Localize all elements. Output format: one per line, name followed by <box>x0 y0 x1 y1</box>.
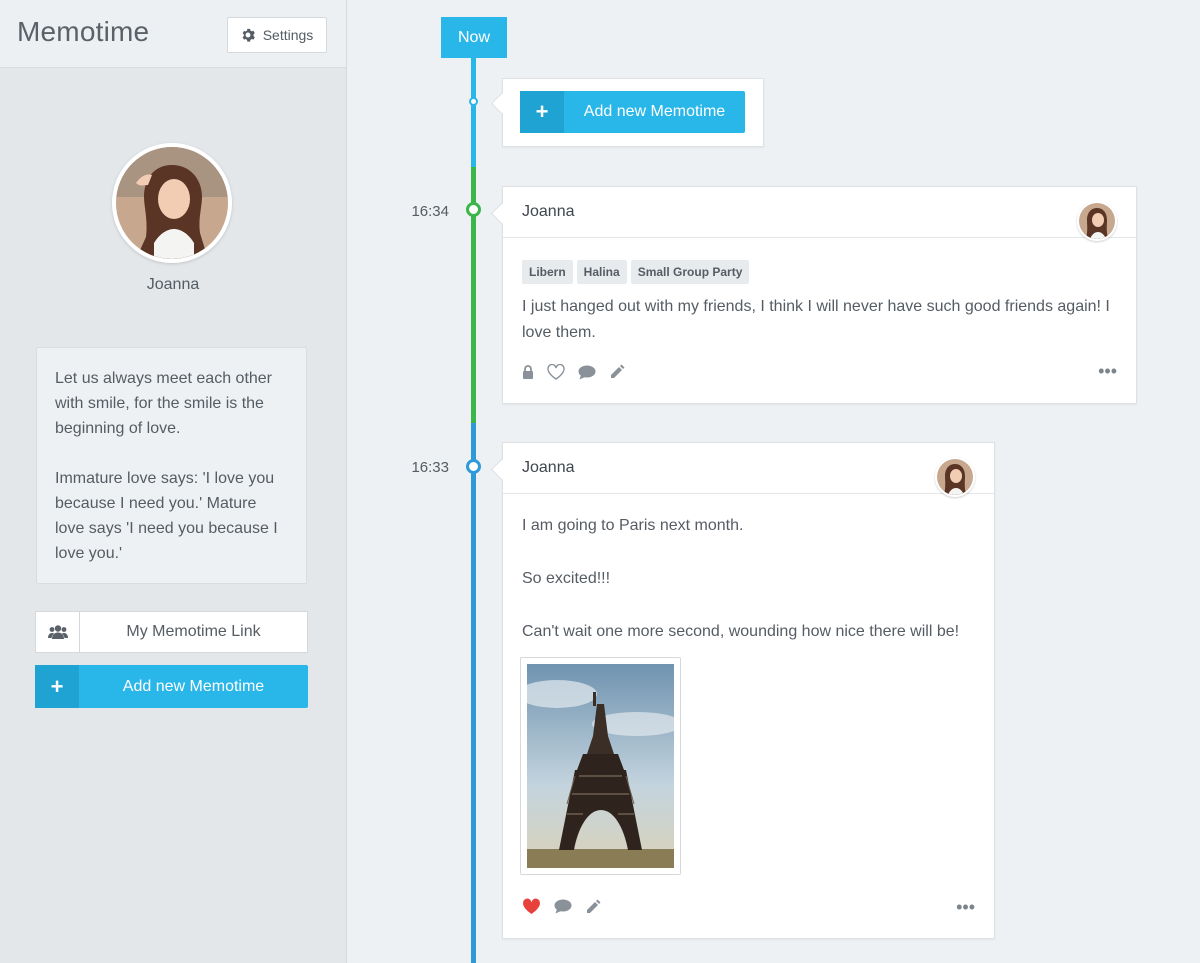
add-memotime-label: Add new Memotime <box>583 103 726 120</box>
post-header: Joanna <box>503 187 1136 241</box>
post-line: So excited!!! <box>522 570 611 587</box>
quote-box: Let us always meet each other with smile… <box>36 347 307 584</box>
plus-icon: + <box>520 91 564 133</box>
post-header: Joanna <box>503 443 994 497</box>
timeline-line-blue <box>471 423 476 963</box>
heart-icon[interactable] <box>547 364 565 380</box>
post-actions <box>522 364 625 380</box>
settings-label: Settings <box>262 27 314 43</box>
comment-icon[interactable] <box>554 899 572 914</box>
post-text: I just hanged out with my friends, I thi… <box>522 298 1110 341</box>
more-options-button[interactable]: ••• <box>956 898 975 916</box>
tag[interactable]: Libern <box>522 260 573 284</box>
comment-icon[interactable] <box>578 365 596 380</box>
post-text: I am going to Paris next month. So excit… <box>522 513 975 645</box>
quote-paragraph-2: Immature love says: 'I love you because … <box>55 470 278 562</box>
timeline-dot-green <box>466 202 481 217</box>
profile-avatar[interactable] <box>112 143 232 263</box>
post-photo[interactable] <box>520 657 681 875</box>
add-memotime-button[interactable]: + Add new Memotime <box>520 91 745 133</box>
sidebar: Memotime Settings Joanna Let us always m… <box>0 0 347 963</box>
app-title: Memotime <box>17 16 150 47</box>
quote-paragraph-1: Let us always meet each other with smile… <box>55 370 273 437</box>
memotime-post: Joanna Libern Halina Small Group Party I… <box>502 186 1137 404</box>
eiffel-tower-image <box>527 664 674 868</box>
post-actions <box>522 898 601 915</box>
edit-icon[interactable] <box>585 899 601 915</box>
sidebar-header: Memotime Settings <box>0 0 346 68</box>
post-author: Joanna <box>522 203 575 220</box>
more-options-button[interactable]: ••• <box>1098 362 1117 380</box>
post-time: 16:33 <box>411 459 449 476</box>
lock-icon[interactable] <box>522 365 534 379</box>
my-memotime-link-button[interactable]: My Memotime Link <box>35 611 308 653</box>
post-author: Joanna <box>522 459 575 476</box>
users-icon <box>36 612 80 652</box>
now-label: Now <box>441 17 507 58</box>
timeline-dot-blue <box>466 459 481 474</box>
tag[interactable]: Small Group Party <box>630 260 750 284</box>
author-avatar[interactable] <box>1077 201 1117 241</box>
heart-filled-icon[interactable] <box>522 898 541 915</box>
post-line: I am going to Paris next month. <box>522 517 744 534</box>
post-time: 16:34 <box>411 203 449 220</box>
sidebar-add-memotime-button[interactable]: + Add new Memotime <box>35 665 308 708</box>
timeline-dot <box>469 97 478 106</box>
author-avatar[interactable] <box>935 457 975 497</box>
profile-name: Joanna <box>146 276 200 293</box>
edit-icon[interactable] <box>609 364 625 380</box>
timeline-line <box>471 57 476 167</box>
tag[interactable]: Halina <box>576 260 627 284</box>
tag-list: Libern Halina Small Group Party <box>522 260 1117 284</box>
settings-button[interactable]: Settings <box>227 17 327 53</box>
sidebar-add-memotime-label: Add new Memotime <box>122 677 265 695</box>
my-memotime-link-label: My Memotime Link <box>126 623 261 640</box>
post-line: Can't wait one more second, wounding how… <box>522 623 960 640</box>
plus-icon: + <box>35 665 79 708</box>
gear-icon <box>242 28 255 42</box>
